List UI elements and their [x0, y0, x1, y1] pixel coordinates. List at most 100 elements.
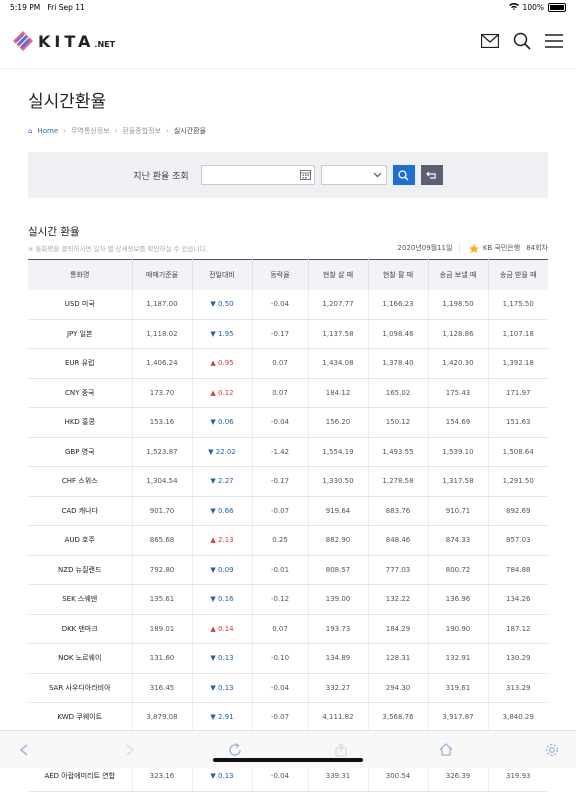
kb-star-icon [468, 243, 479, 253]
change-value: 0.13 [218, 654, 234, 663]
table-header-row: 통화명 매매기준율 전일대비 등락율 현찰 살 때 현찰 팔 때 송금 보낼 때… [28, 259, 548, 290]
cell-change: ▼ 0.13 [192, 673, 253, 703]
breadcrumb: ⌂ Home › 무역통상정보 › 환율종합정보 › 실시간환율 [28, 126, 576, 136]
cell-currency[interactable]: SAR 사우디아라비아 [28, 673, 133, 703]
cell-currency[interactable]: SEK 스웨덴 [28, 584, 133, 615]
cell-cash-buy: 882.90 [308, 525, 369, 556]
info-divider: | [458, 244, 461, 252]
cell-currency[interactable]: USD 미국 [28, 290, 133, 320]
table-row: NOK 노르웨이 131.60 ▼ 0.13 -0.10 134.89 128.31 132… [28, 643, 548, 674]
cell-cash-buy: 1,434.08 [308, 348, 369, 379]
home-icon[interactable]: ⌂ [28, 127, 32, 135]
cell-currency[interactable]: KWD 쿠웨이트 [28, 702, 133, 733]
search-label: 지난 환율 조회 [133, 171, 189, 182]
calendar-icon[interactable] [299, 169, 311, 180]
cell-change-rate: -0.01 [252, 555, 309, 585]
down-arrow-icon: ▼ [210, 506, 216, 515]
cell-base-rate: 316.45 [132, 673, 193, 703]
table-row: DKK 덴마크 189.01 ▲ 0.14 0.07 193.73 184.29 190.9… [28, 614, 548, 644]
cell-change: ▼ 0.09 [192, 555, 253, 585]
cell-change-rate: -0.04 [252, 290, 309, 320]
cell-transfer-receive: 187.12 [488, 614, 548, 644]
cell-transfer-send: 1,198.50 [428, 290, 489, 320]
change-value: 0.13 [218, 772, 234, 781]
cell-currency[interactable]: EUR 유럽 [28, 348, 133, 379]
change-value: 0.06 [218, 418, 234, 427]
col-header-base-rate: 매매기준율 [132, 259, 193, 290]
change-value: 0.12 [218, 388, 234, 397]
cell-transfer-receive: 171.97 [488, 378, 548, 408]
forward-icon[interactable] [118, 740, 142, 760]
cell-change: ▼ 0.06 [192, 407, 253, 438]
round-select[interactable] [320, 165, 387, 185]
mail-icon[interactable] [480, 31, 500, 51]
search-button[interactable] [392, 165, 415, 185]
back-icon[interactable] [12, 740, 36, 760]
cell-transfer-receive: 1,107.18 [488, 319, 548, 349]
cell-cash-buy: 808.57 [308, 555, 369, 585]
cell-currency[interactable]: DKK 덴마크 [28, 614, 133, 644]
cell-cash-buy: 156.20 [308, 407, 369, 438]
share-icon[interactable] [329, 740, 353, 760]
table-row: NZD 뉴질랜드 792.80 ▼ 0.09 -0.01 808.57 777.03 800… [28, 555, 548, 585]
cell-base-rate: 901.70 [132, 496, 193, 526]
cell-currency[interactable]: NOK 노르웨이 [28, 643, 133, 674]
cell-cash-sell: 1,166.23 [368, 290, 429, 320]
date-input[interactable] [200, 165, 315, 185]
cell-currency[interactable]: HKD 홍콩 [28, 407, 133, 438]
breadcrumb-home[interactable]: Home [37, 127, 58, 135]
home-nav-icon[interactable] [434, 740, 458, 760]
return-icon [426, 171, 436, 179]
cell-currency[interactable]: CNY 중국 [28, 378, 133, 408]
cell-change-rate: -0.07 [252, 702, 309, 733]
cell-currency[interactable]: NZD 뉴질랜드 [28, 555, 133, 585]
cell-currency[interactable]: CAD 캐나다 [28, 496, 133, 526]
cell-currency[interactable]: GBP 영국 [28, 437, 133, 467]
down-arrow-icon: ▼ [210, 772, 216, 781]
cell-transfer-receive: 857.03 [488, 525, 548, 556]
breadcrumb-separator: › [166, 127, 169, 135]
down-arrow-icon: ▼ [210, 595, 216, 604]
up-arrow-icon: ▲ [210, 536, 216, 545]
browser-toolbar [0, 730, 576, 768]
cell-change: ▼ 1.95 [192, 319, 253, 349]
chevron-down-icon [373, 172, 382, 178]
breadcrumb-trade-info[interactable]: 무역통상정보 [71, 126, 110, 136]
change-value: 0.16 [218, 595, 234, 604]
bank-name: KB 국민은행 [482, 244, 521, 252]
info-row: ※ 통화명을 클릭하시면 일자 별 상세정보를 확인하실 수 있습니다. 202… [28, 243, 548, 253]
reset-button[interactable] [420, 165, 443, 185]
cell-cash-buy: 4,111.82 [308, 702, 369, 733]
info-date: 2020년09월11일 [397, 244, 453, 252]
breadcrumb-exchange-info[interactable]: 환율종합정보 [122, 126, 161, 136]
cell-base-rate: 131.60 [132, 643, 193, 674]
search-icon [398, 169, 409, 180]
kita-logo[interactable]: KITA.NET [12, 30, 115, 52]
cell-cash-buy: 919.64 [308, 496, 369, 526]
up-arrow-icon: ▲ [210, 624, 216, 633]
refresh-icon[interactable] [223, 740, 247, 760]
search-icon[interactable] [512, 31, 532, 51]
breadcrumb-separator: › [63, 127, 66, 135]
cell-change-rate: 0.07 [252, 348, 309, 379]
cell-change-rate: -1.42 [252, 437, 309, 467]
cell-cash-sell: 883.76 [368, 496, 429, 526]
down-arrow-icon: ▼ [210, 477, 216, 486]
cell-cash-sell: 294.30 [368, 673, 429, 703]
table-row: CAD 캐나다 901.70 ▼ 0.66 -0.07 919.64 883.76 910.… [28, 496, 548, 526]
menu-icon[interactable] [544, 31, 564, 51]
cell-cash-sell: 1,378.40 [368, 348, 429, 379]
status-date: Fri Sep 11 [47, 2, 85, 12]
table-row: USD 미국 1,187.00 ▼ 0.50 -0.04 1,207.77 1,166.2… [28, 290, 548, 320]
cell-base-rate: 135.61 [132, 584, 193, 615]
cell-cash-buy: 1,554.19 [308, 437, 369, 467]
cell-currency[interactable]: JPY 일본 [28, 319, 133, 349]
cell-currency[interactable]: CHF 스위스 [28, 466, 133, 497]
change-value: 0.50 [218, 300, 234, 309]
cell-cash-buy: 1,330.50 [308, 466, 369, 497]
settings-icon[interactable] [540, 740, 564, 760]
cell-currency[interactable]: AUD 호주 [28, 525, 133, 556]
status-time: 5:19 PM [10, 2, 41, 12]
change-value: 0.14 [218, 624, 234, 633]
cell-base-rate: 1,304.54 [132, 466, 193, 497]
